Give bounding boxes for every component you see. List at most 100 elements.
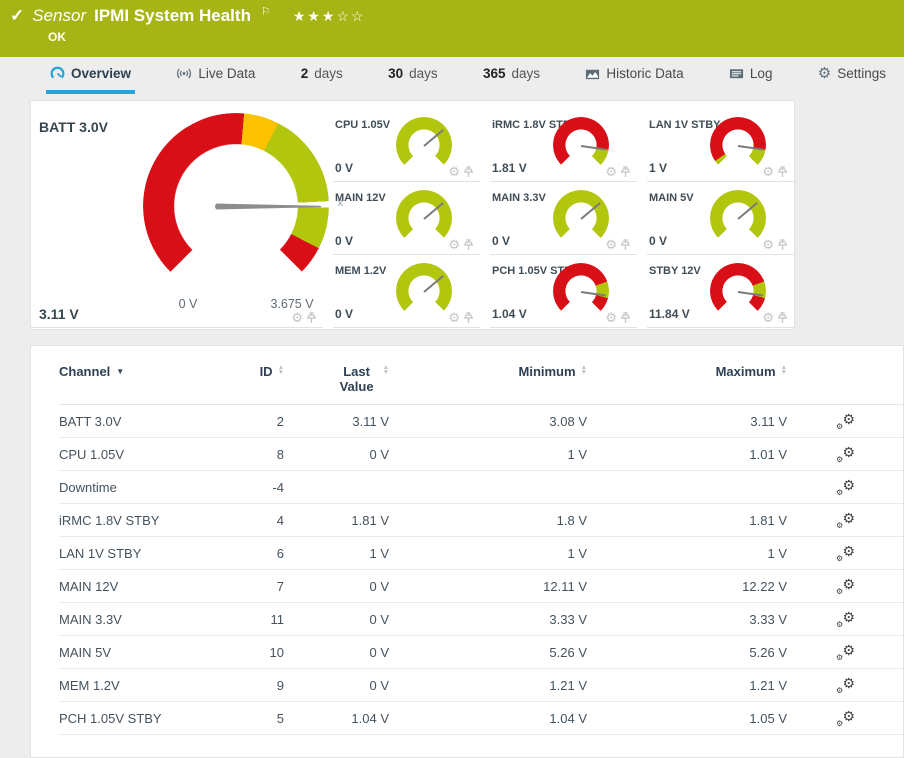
cell-id: 7	[234, 579, 284, 594]
channel-gauge-cell[interactable]: CPU 1.05V 0 V ⚙	[333, 109, 480, 182]
cell-channel: MAIN 5V	[59, 645, 234, 660]
table-row[interactable]: MAIN 5V 10 0 V 5.26 V 5.26 V ⚙ ⚙	[59, 636, 903, 669]
channel-settings-gear-icon[interactable]: ⚙	[762, 238, 774, 251]
channel-settings-gears-icon[interactable]: ⚙ ⚙	[835, 446, 855, 463]
primary-channel-gauge-cell[interactable]: BATT 3.0V x̄ 0 V 3.675 V 3.11 V ⚙	[31, 109, 323, 328]
channel-gauge-value: 0 V	[335, 161, 353, 175]
channel-gauge	[553, 117, 609, 173]
tab-settings[interactable]: ⚙ Settings	[814, 57, 890, 94]
cell-last-value: 1.04 V	[284, 711, 389, 726]
gauge-max-label: 3.675 V	[270, 297, 313, 311]
tab-settings-label: Settings	[837, 66, 886, 81]
cell-minimum: 3.33 V	[389, 612, 587, 627]
cell-id: 5	[234, 711, 284, 726]
channel-settings-gears-icon[interactable]: ⚙ ⚙	[835, 578, 855, 595]
channel-settings-gears-icon[interactable]: ⚙ ⚙	[835, 710, 855, 727]
table-row[interactable]: iRMC 1.8V STBY 4 1.81 V 1.8 V 1.81 V ⚙ ⚙	[59, 504, 903, 537]
cell-last-value: 1.81 V	[284, 513, 389, 528]
channel-gauge-cell[interactable]: MEM 1.2V 0 V ⚙	[333, 255, 480, 328]
tab-2-days[interactable]: 2 days	[297, 57, 347, 94]
cell-id: 10	[234, 645, 284, 660]
gauge-icon	[50, 66, 65, 81]
tab-log[interactable]: Log	[725, 57, 777, 94]
channel-gauge	[710, 117, 766, 173]
channel-settings-gears-icon[interactable]: ⚙ ⚙	[835, 512, 855, 529]
channel-settings-gears-icon[interactable]: ⚙ ⚙	[835, 413, 855, 430]
column-header-id[interactable]: ID	[234, 364, 284, 379]
tab-historic-data[interactable]: Historic Data	[581, 57, 687, 94]
cell-channel: iRMC 1.8V STBY	[59, 513, 234, 528]
channel-settings-gears-icon[interactable]: ⚙ ⚙	[835, 479, 855, 496]
pin-icon[interactable]	[620, 312, 631, 324]
cell-maximum: 1.81 V	[587, 513, 787, 528]
channel-gauge-cell[interactable]: PCH 1.05V STBY 1.04 V ⚙	[490, 255, 637, 328]
cell-minimum: 1.8 V	[389, 513, 587, 528]
channel-gauge-cell[interactable]: iRMC 1.8V STBY 1.81 V ⚙	[490, 109, 637, 182]
flag-icon[interactable]: ⚐	[261, 5, 271, 18]
channel-settings-gears-icon[interactable]: ⚙ ⚙	[835, 545, 855, 562]
column-header-minimum[interactable]: Minimum	[389, 364, 587, 379]
cell-last-value: 0 V	[284, 612, 389, 627]
cell-maximum: 1.21 V	[587, 678, 787, 693]
table-row[interactable]: MAIN 3.3V 11 0 V 3.33 V 3.33 V ⚙ ⚙	[59, 603, 903, 636]
table-row[interactable]: MAIN 12V 7 0 V 12.11 V 12.22 V ⚙ ⚙	[59, 570, 903, 603]
tab-30-days[interactable]: 30 days	[384, 57, 442, 94]
sensor-title: IPMI System Health	[94, 6, 251, 26]
column-header-channel[interactable]: Channel	[59, 364, 234, 379]
cell-maximum: 5.26 V	[587, 645, 787, 660]
cell-minimum: 1.04 V	[389, 711, 587, 726]
table-row[interactable]: MEM 1.2V 9 0 V 1.21 V 1.21 V ⚙ ⚙	[59, 669, 903, 702]
channel-gauge	[396, 263, 452, 319]
pin-icon[interactable]	[620, 239, 631, 251]
channel-settings-gear-icon[interactable]: ⚙	[448, 311, 460, 324]
tab-log-label: Log	[750, 66, 773, 81]
table-row[interactable]: CPU 1.05V 8 0 V 1 V 1.01 V ⚙ ⚙	[59, 438, 903, 471]
channel-gauge-cell[interactable]: LAN 1V STBY 1 V ⚙	[647, 109, 794, 182]
channel-gauge-cell[interactable]: STBY 12V 11.84 V ⚙	[647, 255, 794, 328]
settings-gear-icon: ⚙	[818, 66, 831, 81]
channel-settings-gear-icon[interactable]: ⚙	[448, 165, 460, 178]
pin-icon[interactable]	[463, 312, 474, 324]
channel-settings-gear-icon[interactable]: ⚙	[762, 311, 774, 324]
primary-channel-value: 3.11 V	[39, 306, 79, 322]
primary-channel-title: BATT 3.0V	[39, 119, 108, 135]
channel-settings-gear-icon[interactable]: ⚙	[762, 165, 774, 178]
tab-overview-label: Overview	[71, 66, 131, 81]
pin-icon[interactable]	[463, 239, 474, 251]
priority-stars[interactable]: ★★★☆☆	[293, 8, 366, 25]
channel-settings-gear-icon[interactable]: ⚙	[605, 311, 617, 324]
sort-icon	[781, 366, 787, 375]
pin-icon[interactable]	[463, 166, 474, 178]
tab-live-data[interactable]: Live Data	[172, 57, 259, 94]
tab-365-days[interactable]: 365 days	[479, 57, 544, 94]
column-header-maximum[interactable]: Maximum	[587, 364, 787, 379]
cell-id: 4	[234, 513, 284, 528]
tab-overview[interactable]: Overview	[46, 57, 135, 94]
cell-channel: MEM 1.2V	[59, 678, 234, 693]
channel-settings-gear-icon[interactable]: ⚙	[291, 311, 303, 324]
channel-settings-gears-icon[interactable]: ⚙ ⚙	[835, 677, 855, 694]
channel-gauge-cell[interactable]: MAIN 5V 0 V ⚙	[647, 182, 794, 255]
table-header-row: Channel ID Last Value Minimum Maximum	[59, 364, 903, 405]
channel-settings-gears-icon[interactable]: ⚙ ⚙	[835, 644, 855, 661]
channel-gauge-cell[interactable]: MAIN 12V 0 V ⚙	[333, 182, 480, 255]
pin-icon[interactable]	[306, 312, 317, 324]
cell-channel: LAN 1V STBY	[59, 546, 234, 561]
table-row[interactable]: LAN 1V STBY 6 1 V 1 V 1 V ⚙ ⚙	[59, 537, 903, 570]
pin-icon[interactable]	[620, 166, 631, 178]
status-badge: OK	[0, 26, 904, 44]
channel-settings-gears-icon[interactable]: ⚙ ⚙	[835, 611, 855, 628]
table-row[interactable]: Downtime -4 ⚙ ⚙	[59, 471, 903, 504]
pin-icon[interactable]	[777, 166, 788, 178]
cell-channel: MAIN 3.3V	[59, 612, 234, 627]
channel-settings-gear-icon[interactable]: ⚙	[605, 238, 617, 251]
channel-settings-gear-icon[interactable]: ⚙	[605, 165, 617, 178]
column-header-last-value[interactable]: Last Value	[284, 364, 389, 394]
channel-settings-gear-icon[interactable]: ⚙	[448, 238, 460, 251]
table-row[interactable]: BATT 3.0V 2 3.11 V 3.08 V 3.11 V ⚙ ⚙	[59, 405, 903, 438]
pin-icon[interactable]	[777, 239, 788, 251]
tab-bar: Overview Live Data 2 days 30 days 365 da…	[0, 57, 904, 94]
pin-icon[interactable]	[777, 312, 788, 324]
table-row[interactable]: PCH 1.05V STBY 5 1.04 V 1.04 V 1.05 V ⚙ …	[59, 702, 903, 735]
channel-gauge-cell[interactable]: MAIN 3.3V 0 V ⚙	[490, 182, 637, 255]
